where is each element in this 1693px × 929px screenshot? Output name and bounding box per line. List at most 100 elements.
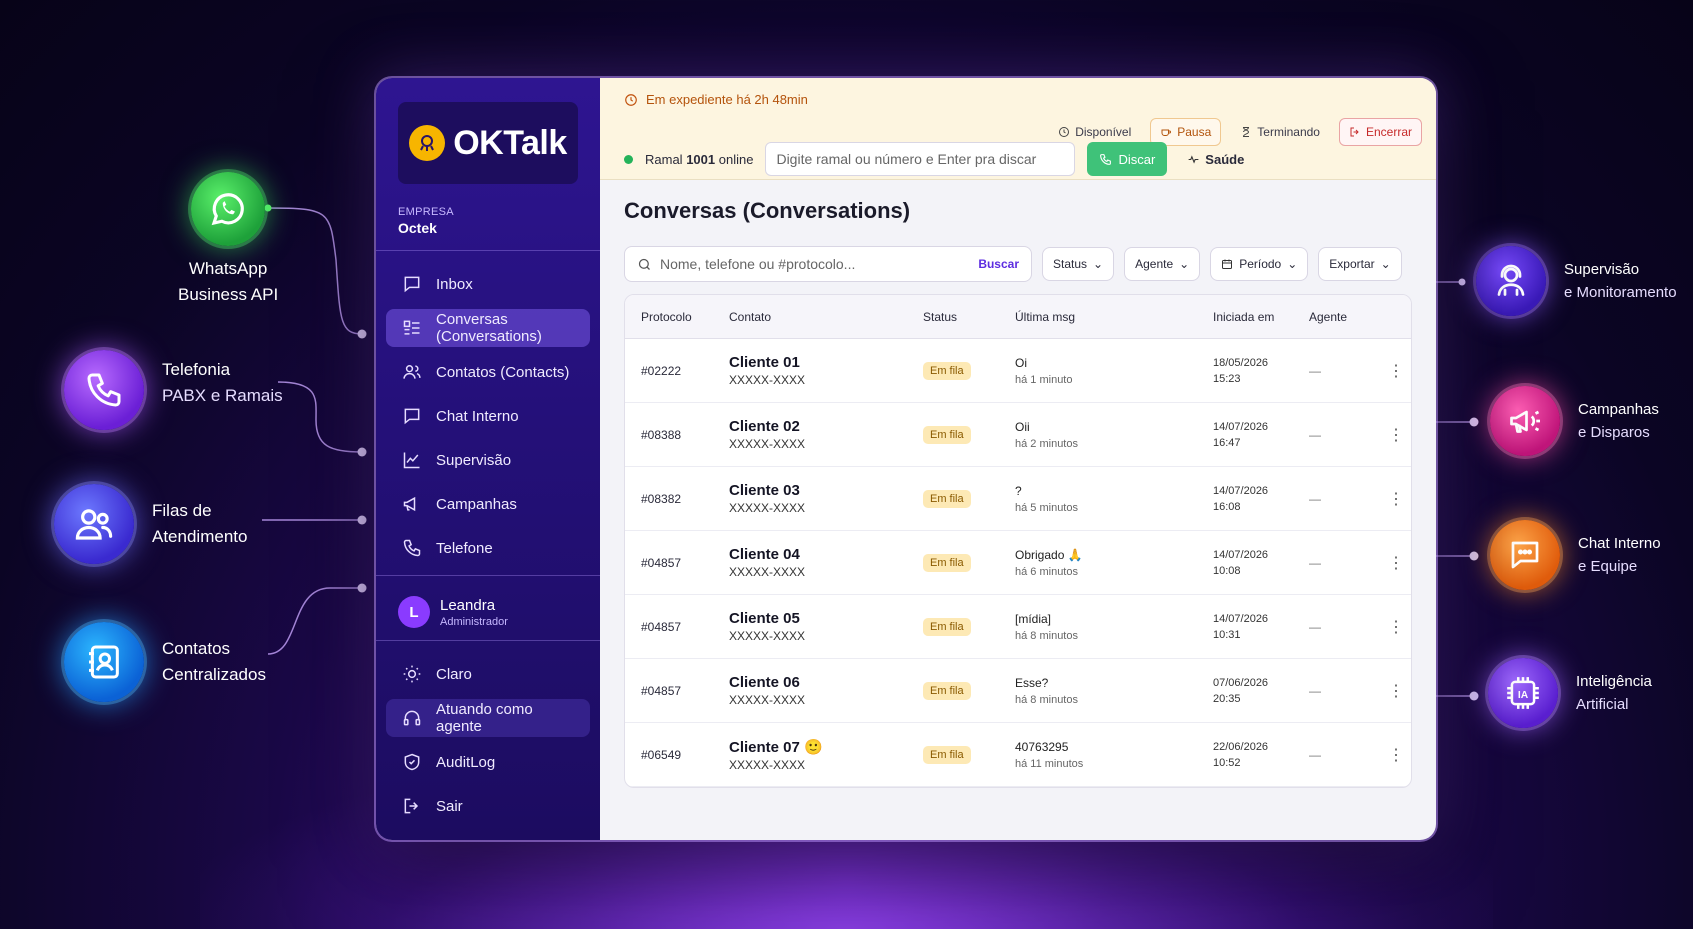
row-protocolo: #08388 (641, 427, 682, 442)
sidebar: OKTalk EMPRESA Octek Inbox Conversas (Co… (376, 78, 600, 840)
pulse-icon (1188, 154, 1199, 164)
sidebar-item-supervisao[interactable]: Supervisão (386, 441, 590, 479)
row-time: 15:23 (1213, 372, 1241, 385)
row-agent: — (1309, 619, 1321, 634)
periodo-filter[interactable]: Período ⌄ (1210, 247, 1309, 281)
col-agente[interactable]: Agente (1309, 310, 1381, 324)
feature-telefonia-line1: Telefonia (162, 360, 231, 379)
status-filter-label: Status (1053, 257, 1088, 271)
message-square-icon (404, 408, 420, 425)
row-contact-name: Cliente 07 🙂 (729, 738, 823, 756)
row-last-msg: Oi há 1 minuto (1015, 356, 1213, 386)
table-row[interactable]: #04857 Cliente 06 XXXXX-XXXX Em fila Esse? há… (625, 659, 1411, 723)
feature-campanhas-line1: Campanhas (1578, 401, 1659, 418)
theme-toggle[interactable]: Claro (386, 655, 590, 693)
agente-filter[interactable]: Agente ⌄ (1124, 247, 1201, 281)
col-contato[interactable]: Contato (729, 310, 923, 324)
more-options-icon[interactable]: ⋮ (1381, 361, 1411, 381)
col-status[interactable]: Status (923, 310, 1015, 324)
sidebar-item-chat-interno[interactable]: Chat Interno (386, 397, 590, 435)
col-ultima-msg[interactable]: Última msg (1015, 310, 1213, 324)
sidebar-item-campanhas[interactable]: Campanhas (386, 485, 590, 523)
logo-text: OKTalk (453, 123, 567, 162)
row-contact-phone: XXXXX-XXXX (729, 437, 806, 451)
col-protocolo[interactable]: Protocolo (641, 310, 729, 324)
row-protocolo: #04857 (641, 619, 682, 634)
feature-chat-line2: e Equipe (1578, 558, 1638, 575)
discar-button[interactable]: Discar (1087, 142, 1168, 176)
feature-contatos-line2: Centralizados (162, 665, 266, 684)
more-options-icon[interactable]: ⋮ (1381, 745, 1411, 765)
row-msg-ago: há 8 minutos (1015, 693, 1078, 706)
search-input[interactable]: Nome, telefone ou #protocolo... Buscar (624, 246, 1032, 282)
feature-supervisao-line1: Supervisão (1564, 261, 1640, 278)
ramal-suffix: online (718, 151, 754, 167)
row-contact-name: Cliente 01 (729, 354, 800, 371)
table-row[interactable]: #06549 Cliente 07 🙂 XXXXX-XXXX Em fila 40763… (625, 723, 1411, 787)
sidebar-item-auditlog[interactable]: AuditLog (386, 743, 590, 781)
logout-button[interactable]: Sair (386, 787, 590, 825)
sidebar-item-telefone[interactable]: Telefone (386, 529, 590, 567)
row-started: 18/05/2026 15:23 (1213, 355, 1309, 387)
table-row[interactable]: #04857 Cliente 04 XXXXX-XXXX Em fila Obrigad… (625, 531, 1411, 595)
status-filter[interactable]: Status ⌄ (1042, 247, 1115, 281)
search-placeholder: Nome, telefone ou #protocolo... (660, 256, 856, 272)
discar-label: Discar (1118, 151, 1156, 167)
phone-icon (64, 350, 144, 430)
coffee-icon (1161, 129, 1172, 136)
chat-bubble-icon (1490, 520, 1560, 590)
table-row[interactable]: #08382 Cliente 03 XXXXX-XXXX Em fila? há 5 m… (625, 467, 1411, 531)
agent-mode-button[interactable]: Atuando como agente (386, 699, 590, 737)
table-row[interactable]: #04857 Cliente 05 XXXXX-XXXX Em fila [mídia]… (625, 595, 1411, 659)
logo-mark-icon (409, 125, 446, 161)
table-row[interactable]: #08388 Cliente 02 XXXXX-XXXX Em fila Oii há 2… (625, 403, 1411, 467)
status-badge: Em fila (923, 681, 971, 700)
users-icon (54, 484, 134, 564)
agent-mode-label: Atuando como agente (436, 701, 533, 735)
page-content: Conversas (Conversations) Nome, telefone… (600, 180, 1436, 840)
sidebar-item-inbox[interactable]: Inbox (386, 265, 590, 303)
row-protocolo: #02222 (641, 363, 682, 378)
company-block: EMPRESA Octek (398, 206, 578, 236)
conversations-table: Protocolo Contato Status Última msg Inic… (624, 294, 1412, 788)
row-contact-name: Cliente 05 (729, 610, 800, 627)
row-msg-text: 40763295 (1015, 739, 1069, 754)
row-msg-text: Oi (1015, 355, 1027, 370)
disponivel-label: Disponível (1075, 125, 1132, 139)
row-msg-ago: há 5 minutos (1015, 501, 1078, 514)
sidebar-item-conversas[interactable]: Conversas (Conversations) (386, 309, 590, 347)
logout-icon (1350, 127, 1359, 137)
row-date: 14/07/2026 (1213, 612, 1269, 625)
row-contact-phone: XXXXX-XXXX (729, 565, 806, 579)
calendar-icon (1222, 259, 1233, 269)
more-options-icon[interactable]: ⋮ (1381, 425, 1411, 445)
row-msg-text: ? (1015, 483, 1022, 498)
table-row[interactable]: #02222 Cliente 01 XXXXX-XXXX Em fila Oi há 1 … (625, 339, 1411, 403)
ramal-number: 1001 (686, 151, 716, 167)
saude-link[interactable]: Saúde (1187, 152, 1244, 167)
more-options-icon[interactable]: ⋮ (1381, 553, 1411, 573)
buscar-button[interactable]: Buscar (978, 257, 1019, 271)
row-last-msg: [mídia] há 8 minutos (1015, 612, 1213, 642)
list-icon (403, 320, 420, 335)
more-options-icon[interactable]: ⋮ (1381, 617, 1411, 637)
more-options-icon[interactable]: ⋮ (1381, 489, 1411, 509)
table-header: Protocolo Contato Status Última msg Inic… (625, 295, 1411, 339)
headset-person-icon (1476, 246, 1546, 316)
user-profile[interactable]: L Leandra Administrador (386, 590, 590, 634)
row-msg-ago: há 1 minuto (1015, 373, 1073, 386)
exportar-button[interactable]: Exportar ⌄ (1318, 247, 1402, 281)
col-iniciada-em[interactable]: Iniciada em (1213, 310, 1309, 324)
search-icon (638, 258, 650, 270)
feature-supervisao-line2: e Monitoramento (1564, 284, 1677, 301)
sidebar-item-contatos[interactable]: Contatos (Contacts) (386, 353, 590, 391)
chevron-down-icon: ⌄ (1287, 257, 1298, 271)
phone-icon (1100, 153, 1112, 165)
row-agent: — (1309, 427, 1321, 442)
feature-contatos-line1: Contatos (162, 639, 231, 658)
dial-input[interactable]: Digite ramal ou número e Enter pra disca… (765, 142, 1076, 176)
more-options-icon[interactable]: ⋮ (1381, 681, 1411, 701)
row-last-msg: Esse? há 8 minutos (1015, 676, 1213, 706)
row-started: 14/07/2026 16:08 (1213, 483, 1309, 515)
encerrar-label: Encerrar (1365, 125, 1412, 139)
